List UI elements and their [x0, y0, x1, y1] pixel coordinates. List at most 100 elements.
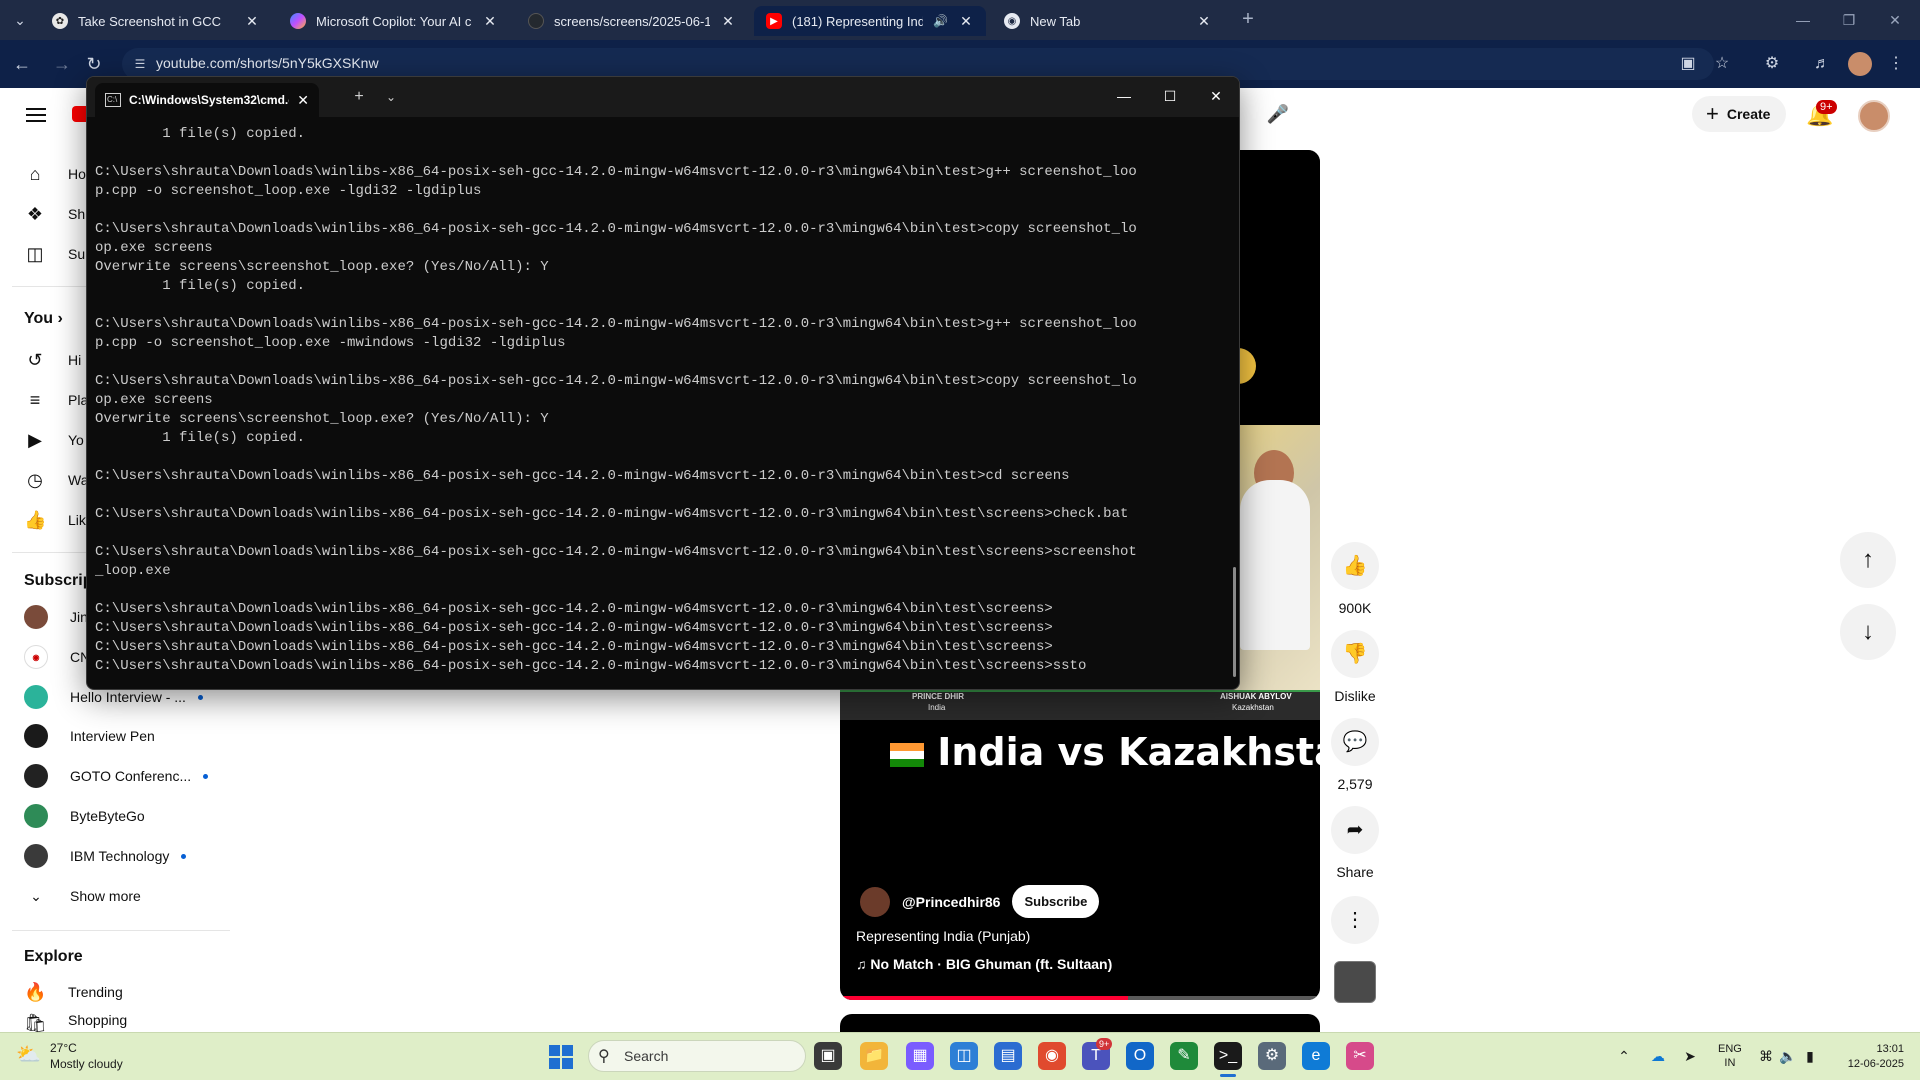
minimize-icon[interactable]: —: [1780, 6, 1826, 34]
subscription-channel[interactable]: Jin: [24, 599, 88, 635]
terminal-output[interactable]: 1 file(s) copied. C:\Users\shrauta\Downl…: [95, 125, 1219, 685]
sidebar-item-your-videos[interactable]: ▶ Yo: [24, 420, 84, 460]
profile-avatar-icon[interactable]: [1848, 52, 1872, 76]
restore-icon[interactable]: ❐: [1826, 6, 1872, 34]
media-control-icon[interactable]: ♬: [1810, 52, 1834, 76]
dislike-button[interactable]: 👎 Dislike: [1331, 630, 1379, 704]
battery-icon[interactable]: ▮: [1800, 1046, 1820, 1066]
browser-tab[interactable]: Microsoft Copilot: Your AI comp ✕: [278, 6, 510, 36]
volume-icon[interactable]: 🔈: [1778, 1046, 1798, 1066]
sidebar-item-home[interactable]: ⌂ Ho: [24, 154, 86, 194]
input-language-indicator[interactable]: ENG IN: [1718, 1042, 1742, 1070]
video-progress-bar[interactable]: [840, 996, 1320, 1000]
ms-store-icon[interactable]: ▦: [906, 1042, 934, 1070]
create-button[interactable]: + Create: [1692, 96, 1786, 132]
sidebar-item-shopping[interactable]: 🛍 Shopping: [24, 1012, 127, 1032]
file-explorer-icon[interactable]: 📁: [860, 1042, 888, 1070]
sidebar-item-history[interactable]: ↺ Hi: [24, 340, 81, 380]
subscription-channel[interactable]: ByteByteGo: [24, 798, 145, 834]
close-tab-icon[interactable]: ✕: [482, 13, 498, 30]
overlay-title-text: India vs Kazakhstan: [937, 730, 1320, 774]
onedrive-cloud-icon[interactable]: ☁: [1648, 1046, 1668, 1066]
system-clock[interactable]: 13:01 12-06-2025: [1834, 1042, 1904, 1072]
sidebar-item-watch-later[interactable]: ◷ Wa: [24, 460, 88, 500]
wifi-icon[interactable]: ⌘: [1756, 1046, 1776, 1066]
subscription-channel[interactable]: IBM Technology: [24, 838, 187, 874]
share-button[interactable]: ➦ Share: [1331, 806, 1379, 880]
back-arrow-icon[interactable]: ←: [10, 52, 34, 76]
windows-start-icon[interactable]: [549, 1045, 573, 1069]
taskbar-search-box[interactable]: [588, 1040, 806, 1072]
subscription-channel[interactable]: ◉ CN: [24, 639, 90, 675]
url-text[interactable]: youtube.com/shorts/5nY5kGXSKnw: [156, 55, 379, 71]
terminal-minimize-icon[interactable]: —: [1101, 81, 1147, 111]
speaker-icon[interactable]: 🔊: [933, 14, 948, 28]
forward-arrow-icon[interactable]: →: [50, 52, 74, 76]
terminal-scrollbar[interactable]: [1233, 567, 1236, 677]
bookmark-star-icon[interactable]: ☆: [1710, 52, 1734, 76]
close-tab-icon[interactable]: ✕: [720, 13, 736, 30]
menu-kebab-icon[interactable]: ⋮: [1884, 52, 1908, 76]
video-description[interactable]: Representing India (Punjab): [856, 928, 1030, 944]
comments-button[interactable]: 💬 2,579: [1331, 718, 1379, 792]
you-section-header[interactable]: You ›: [24, 310, 63, 328]
terminal-dropdown-chevron-icon[interactable]: ⌄: [377, 83, 405, 111]
site-info-icon[interactable]: ☰: [132, 56, 148, 72]
location-arrow-icon[interactable]: ➤: [1680, 1046, 1700, 1066]
close-tab-icon[interactable]: ✕: [244, 13, 260, 30]
close-tab-icon[interactable]: ✕: [1196, 13, 1212, 30]
more-options-button[interactable]: ⋮: [1331, 896, 1379, 944]
subscription-channel[interactable]: Interview Pen: [24, 718, 155, 754]
chrome-browser-icon[interactable]: ◉: [1038, 1042, 1066, 1070]
install-app-icon[interactable]: ▣: [1676, 52, 1700, 76]
reload-icon[interactable]: ↻: [82, 52, 106, 76]
previous-short-arrow-up-icon[interactable]: ↑: [1840, 532, 1896, 588]
close-tab-icon[interactable]: ✕: [958, 13, 974, 30]
terminal-tab[interactable]: C:\ C:\Windows\System32\cmd.e ✕: [95, 83, 319, 117]
new-terminal-tab-plus-icon[interactable]: +: [345, 83, 373, 111]
browser-tab[interactable]: ✿ Take Screenshot in GCC ✕: [40, 6, 272, 36]
new-tab-plus-icon[interactable]: +: [1236, 8, 1260, 32]
edge-browser-icon[interactable]: e: [1302, 1042, 1330, 1070]
channel-avatar[interactable]: [860, 886, 890, 917]
browser-tab[interactable]: ◉ New Tab ✕: [992, 6, 1224, 36]
music-row[interactable]: ♫ No Match · BIG Ghuman (ft. Sultaan): [856, 956, 1112, 972]
next-short-arrow-down-icon[interactable]: ↓: [1840, 604, 1896, 660]
like-button[interactable]: 👍 900K: [1331, 542, 1379, 616]
snipping-tool-icon[interactable]: ✂: [1346, 1042, 1374, 1070]
weather-cloudy-icon[interactable]: ⛅: [16, 1042, 44, 1066]
subscribe-button[interactable]: Subscribe: [1012, 885, 1100, 918]
terminal-maximize-icon[interactable]: ☐: [1147, 81, 1193, 111]
terminal-close-icon[interactable]: ✕: [1193, 81, 1239, 111]
hamburger-menu-icon[interactable]: [24, 104, 48, 128]
show-hidden-icons-chevron-icon[interactable]: ⌃: [1614, 1046, 1634, 1066]
sidebar-item-shorts[interactable]: ❖ Sh: [24, 194, 85, 234]
sidebar-item-subscriptions[interactable]: ◫ Su: [24, 234, 85, 274]
account-avatar[interactable]: [1858, 100, 1890, 132]
close-window-icon[interactable]: ✕: [1872, 6, 1918, 34]
show-more-button[interactable]: ⌄ Show more: [24, 878, 141, 914]
subscription-channel[interactable]: GOTO Conferenc...: [24, 758, 209, 794]
weather-temperature[interactable]: 27°C: [50, 1041, 77, 1055]
extensions-icon[interactable]: ⚙: [1760, 52, 1784, 76]
browser-tab[interactable]: screens/screens/2025-06-12_0! ✕: [516, 6, 748, 36]
outlook-icon[interactable]: O: [1126, 1042, 1154, 1070]
close-tab-icon[interactable]: ✕: [297, 92, 309, 109]
voice-search-mic-icon[interactable]: 🎤: [1262, 98, 1294, 130]
outlook-calendar-icon[interactable]: ▤: [994, 1042, 1022, 1070]
sidebar-item-liked-videos[interactable]: 👍 Lik: [24, 500, 86, 540]
weather-condition[interactable]: Mostly cloudy: [50, 1057, 123, 1071]
terminal-app-icon[interactable]: >_: [1214, 1042, 1242, 1070]
terminal-window[interactable]: C:\ C:\Windows\System32\cmd.e ✕ + ⌄ — ☐ …: [86, 76, 1240, 690]
remote-desktop-icon[interactable]: ◫: [950, 1042, 978, 1070]
sidebar-item-playlists[interactable]: ≡ Pla: [24, 380, 89, 420]
sound-pivot-thumbnail[interactable]: [1334, 961, 1376, 1003]
task-view-icon[interactable]: ▣: [814, 1042, 842, 1070]
sidebar-item-label: Shopping: [68, 1012, 128, 1028]
notepad-plus-icon[interactable]: ✎: [1170, 1042, 1198, 1070]
settings-gear-icon[interactable]: ⚙: [1258, 1042, 1286, 1070]
channel-handle[interactable]: @Princedhir86: [902, 894, 1000, 910]
tab-search-chevron-icon[interactable]: ⌄: [10, 10, 30, 30]
sidebar-item-trending[interactable]: 🔥 Trending: [24, 972, 123, 1012]
browser-tab-active[interactable]: ▶ (181) Representing India (Pu 🔊 ✕: [754, 6, 986, 36]
